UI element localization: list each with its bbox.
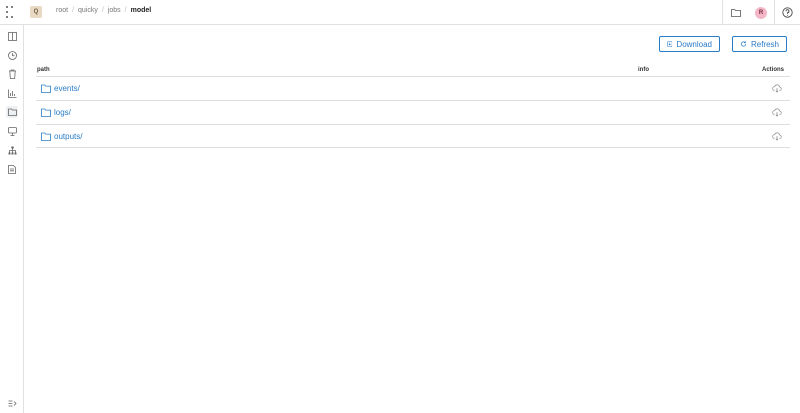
refresh-label: Refresh xyxy=(750,39,779,49)
folder-icon xyxy=(41,84,51,93)
sidebar-item-charts[interactable] xyxy=(6,87,18,99)
folder-icon xyxy=(41,108,51,117)
folder-button[interactable] xyxy=(722,0,748,25)
file-explorer-icon xyxy=(7,108,17,116)
project-avatar[interactable]: Q xyxy=(30,6,42,18)
cloud-download-icon[interactable] xyxy=(772,108,782,117)
dashboard-icon xyxy=(7,126,17,136)
breadcrumb-quicky[interactable]: quicky xyxy=(78,7,98,14)
table-row[interactable]: logs/ xyxy=(36,100,790,124)
help-icon xyxy=(782,7,793,18)
sidebar-item-hierarchy[interactable] xyxy=(6,144,18,156)
sidebar-item-files[interactable] xyxy=(6,106,18,118)
refresh-button[interactable]: Refresh xyxy=(732,36,787,52)
breadcrumb-separator: / xyxy=(101,7,104,14)
column-header-actions: Actions xyxy=(762,67,785,73)
column-header-path: path xyxy=(37,67,50,73)
folder-icon xyxy=(41,132,51,141)
breadcrumb-jobs[interactable]: jobs xyxy=(108,7,121,14)
sidebar-item-panel[interactable] xyxy=(6,30,18,42)
help-button[interactable] xyxy=(774,0,800,25)
breadcrumb-separator: / xyxy=(124,7,127,14)
header-actions: R xyxy=(722,0,800,25)
breadcrumb-separator: / xyxy=(72,7,75,14)
top-bar: Q root / quicky / jobs / model R xyxy=(0,0,800,25)
download-icon xyxy=(667,41,673,47)
row-path-link[interactable]: logs/ xyxy=(54,108,71,117)
download-button[interactable]: Download xyxy=(659,36,720,52)
collapse-icon xyxy=(8,400,17,406)
row-path-link[interactable]: events/ xyxy=(54,84,80,93)
row-path-link[interactable]: outputs/ xyxy=(54,132,82,141)
breadcrumb: root / quicky / jobs / model xyxy=(56,7,151,14)
folder-icon xyxy=(730,9,741,17)
breadcrumb-root[interactable]: root xyxy=(56,7,68,14)
main-content: Download Refresh path info Actions event… xyxy=(24,25,800,413)
app-logo-icon[interactable] xyxy=(6,6,14,18)
avatar[interactable]: R xyxy=(755,6,767,19)
download-label: Download xyxy=(676,39,712,49)
table-row[interactable]: events/ xyxy=(36,76,790,100)
clock-icon xyxy=(7,50,17,60)
sidebar-item-dashboard[interactable] xyxy=(6,125,18,137)
sidebar-item-documents[interactable] xyxy=(6,163,18,175)
sidebar xyxy=(0,25,24,413)
cloud-download-icon[interactable] xyxy=(772,84,782,93)
panel-icon xyxy=(7,31,17,41)
document-icon xyxy=(8,164,16,174)
sidebar-item-trash[interactable] xyxy=(6,68,18,80)
user-menu[interactable]: R xyxy=(748,0,774,25)
refresh-icon xyxy=(740,41,747,47)
breadcrumb-model: model xyxy=(130,7,152,14)
trash-icon xyxy=(8,69,16,79)
column-header-info: info xyxy=(638,67,649,73)
cloud-download-icon[interactable] xyxy=(772,132,782,141)
hierarchy-icon xyxy=(8,146,16,154)
sidebar-item-history[interactable] xyxy=(6,49,18,61)
table-row[interactable]: outputs/ xyxy=(36,124,790,148)
sidebar-collapse-button[interactable] xyxy=(6,397,18,409)
chart-icon xyxy=(7,89,16,98)
